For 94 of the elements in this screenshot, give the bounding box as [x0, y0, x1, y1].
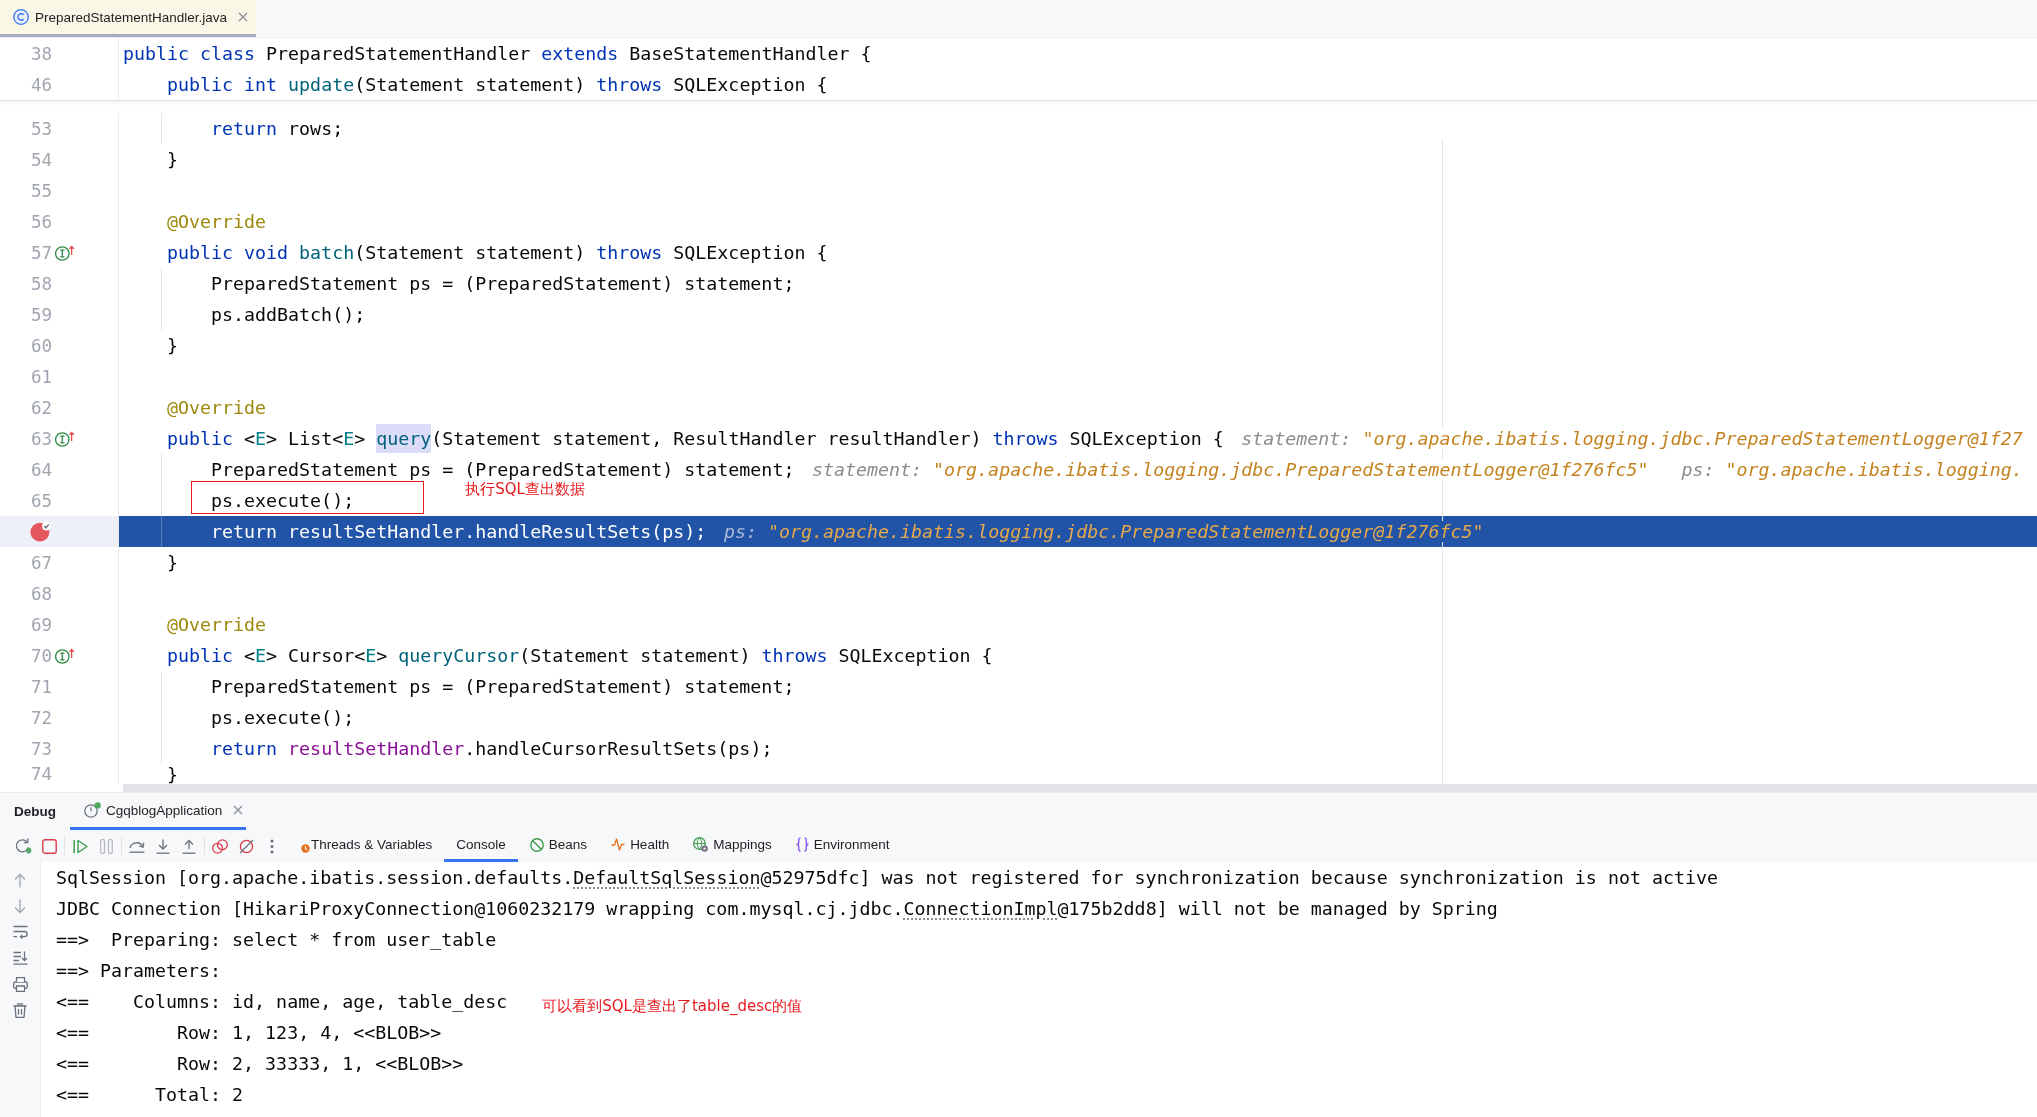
line-number: 56: [29, 211, 52, 232]
resume-icon[interactable]: [72, 838, 88, 854]
code-line: public class PreparedStatementHandler extends BaseStatementHandler {: [123, 43, 872, 64]
line-number: 57: [29, 242, 52, 263]
more-icon[interactable]: [270, 838, 274, 854]
console-line: SqlSession [org.apache.ibatis.session.defaults.DefaultSqlSession@52975dfc] was not registered for synchronization because synchronization is not active: [56, 867, 1718, 888]
clock-icon: [301, 843, 310, 853]
code-line: public void batch(Statement statement) throws SQLException {: [167, 242, 828, 263]
code-line: @Override: [167, 211, 267, 232]
tool-tab[interactable]: Mappings: [681, 830, 784, 862]
tool-tab[interactable]: Threads & Variables: [289, 830, 445, 862]
console-line: ==> Preparing: select * from user_table: [56, 929, 497, 950]
annotation-note: 可以看到SQL是查出了table_desc的值: [542, 996, 803, 1016]
code-line: public <E> List<E> query(Statement statement, ResultHandler resultHandler) throws SQLException {: [167, 424, 1224, 453]
close-icon[interactable]: [238, 12, 249, 22]
line-number: 67: [29, 552, 52, 573]
code-line: }: [167, 552, 179, 573]
code-line: ps.execute();: [211, 707, 355, 728]
tool-tab[interactable]: Beans: [517, 830, 600, 862]
class-link[interactable]: ConnectionImpl: [903, 898, 1058, 919]
close-icon[interactable]: [233, 805, 244, 815]
line-number: 46: [29, 74, 52, 95]
line-number: 38: [29, 43, 52, 64]
code-line: }: [167, 149, 179, 170]
file-tab[interactable]: PreparedStatementHandler.java: [0, 0, 257, 37]
code-line: @Override: [167, 397, 267, 418]
line-number: 65: [29, 490, 52, 511]
mute-breakpoints-icon[interactable]: [238, 838, 254, 854]
line-number: 60: [29, 335, 52, 356]
console-line: <== Total: 2: [56, 1084, 244, 1105]
circled-i-arrow-icon[interactable]: [55, 647, 75, 664]
code-line: public int update(Statement statement) throws SQLException {: [167, 74, 828, 95]
class-link[interactable]: DefaultSqlSession: [573, 867, 761, 888]
line-number: 59: [29, 304, 52, 325]
code-line: PreparedStatement ps = (PreparedStatement) statement;: [211, 459, 795, 480]
line-number: 62: [29, 397, 52, 418]
code-line: ps.addBatch();: [211, 304, 366, 325]
line-number: 54: [29, 149, 52, 170]
tool-tab[interactable]: Environment: [783, 830, 902, 862]
circled-c-icon: [13, 9, 29, 25]
line-number: 74: [29, 764, 52, 784]
code-line: }: [167, 335, 179, 356]
line-number: 70: [29, 645, 52, 666]
line-number: 58: [29, 273, 52, 294]
console-line: ==> Parameters:: [56, 960, 222, 981]
printer-icon[interactable]: [12, 976, 28, 992]
line-number: 63: [29, 428, 52, 449]
circled-i-arrow-icon[interactable]: [55, 244, 75, 261]
breakpoint-icon[interactable]: [30, 521, 51, 542]
line-number: 53: [29, 118, 52, 139]
code-line: return rows;: [211, 118, 344, 139]
circled-i-arrow-icon[interactable]: [55, 430, 75, 447]
inline-value-hint: ps: "org.apache.ibatis.logging.jdbc.PreparedStatementLogger@1f276fc5": [723, 521, 1484, 542]
soft-wrap-icon[interactable]: [12, 925, 28, 939]
code-line: return resultSetHandler.handleResultSets(ps);: [211, 521, 707, 542]
code-line: return resultSetHandler.handleCursorResultSets(ps);: [211, 738, 773, 759]
line-number: 72: [29, 707, 52, 728]
line-number: 73: [29, 738, 52, 759]
tool-window-title: Debug: [13, 804, 56, 819]
rerun-icon[interactable]: [14, 838, 32, 854]
stop-icon[interactable]: [41, 838, 57, 854]
code-line: ps.execute();: [211, 490, 355, 511]
power-icon: [84, 802, 101, 818]
code-line: @Override: [167, 614, 267, 635]
circle-slash-icon: [529, 837, 544, 852]
console-line: JDBC Connection [HikariProxyConnection@1060232179 wrapping com.mysql.cj.jdbc.ConnectionImpl@175b2dd8] will not be managed by Spring: [56, 898, 1498, 919]
line-number: 69: [29, 614, 52, 635]
tool-tab[interactable]: Health: [599, 830, 682, 862]
annotation-note: 执行SQL查出数据: [465, 480, 585, 499]
horizontal-scrollbar[interactable]: [123, 784, 2037, 792]
code-line: PreparedStatement ps = (PreparedStatement) statement;: [211, 273, 795, 294]
line-number: 55: [29, 180, 52, 201]
inline-value-hint: statement: "org.apache.ibatis.logging.jdbc.PreparedStatementLogger@1f276fc5": [812, 459, 1649, 480]
breakpoints-icon[interactable]: [212, 838, 228, 854]
globe-icon: [693, 837, 709, 852]
trash-icon[interactable]: [13, 1002, 27, 1018]
braces-icon: [795, 837, 809, 852]
step-over-icon[interactable]: [129, 839, 145, 853]
line-number: 64: [29, 459, 52, 480]
line-number: 71: [29, 676, 52, 697]
inline-value-hint: statement: "org.apache.ibatis.logging.jdbc.PreparedStatementLogger@1f27: [1241, 428, 2023, 449]
line-number: 61: [29, 366, 52, 387]
step-out-icon[interactable]: [182, 838, 196, 854]
scroll-to-end-icon[interactable]: [12, 951, 28, 965]
code-line: public <E> Cursor<E> queryCursor(Statement statement) throws SQLException {: [167, 645, 993, 666]
tool-tab[interactable]: Console: [444, 830, 518, 862]
line-number: 68: [29, 583, 52, 604]
step-into-icon[interactable]: [156, 838, 170, 854]
console-line: <== Row: 1, 123, 4, <<BLOB>>: [56, 1022, 442, 1043]
code-line: }: [167, 763, 179, 785]
console-line: <== Columns: id, name, age, table_desc: [56, 991, 508, 1012]
code-line: PreparedStatement ps = (PreparedStatement) statement;: [211, 676, 795, 697]
console-line: <== Row: 2, 33333, 1, <<BLOB>>: [56, 1053, 464, 1074]
pulse-icon: [611, 838, 626, 851]
